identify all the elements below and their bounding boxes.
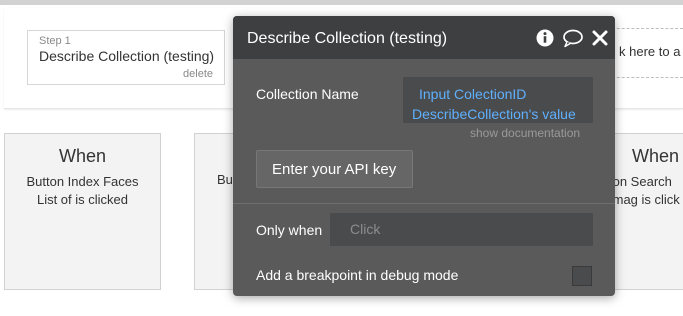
collection-name-expression[interactable]: Input ColectionID DescribeCollection's v… [403, 77, 593, 123]
only-when-label: Only when [256, 222, 323, 238]
comment-icon[interactable] [562, 28, 583, 48]
breakpoint-checkbox[interactable] [572, 266, 592, 286]
breakpoint-label: Add a breakpoint in debug mode [256, 267, 459, 283]
close-icon[interactable] [591, 28, 611, 48]
collection-name-label: Collection Name [256, 86, 359, 102]
divider [233, 203, 615, 204]
top-bar [0, 0, 683, 5]
step-number-label: Step 1 [39, 35, 71, 47]
action-property-editor: Describe Collection (testing) Collection… [233, 16, 615, 296]
step-title[interactable]: Describe Collection (testing) [39, 48, 214, 64]
api-key-button[interactable]: Enter your API key [256, 150, 413, 188]
event-description: Button Index Faces List of is clicked [5, 173, 160, 209]
event-description-line: ton Search [609, 174, 672, 189]
event-card[interactable]: When Button Index Faces List of is click… [4, 133, 161, 290]
add-action-placeholder[interactable]: k here to a [612, 28, 683, 78]
event-description-line: List of is clicked [36, 192, 129, 207]
expression-part[interactable]: Input ColectionID [419, 86, 526, 102]
event-title: When [58, 146, 107, 166]
panel-title: Describe Collection (testing) [247, 30, 448, 47]
event-description-line: Imag is click [609, 192, 680, 207]
add-action-text: k here to a [619, 44, 681, 59]
show-documentation-link[interactable]: show documentation [470, 126, 580, 140]
event-description-line: Button Index Faces [26, 174, 139, 189]
info-icon[interactable] [535, 28, 555, 48]
only-when-input[interactable]: Click [330, 213, 593, 246]
step-delete-link[interactable]: delete [183, 68, 213, 80]
step-card[interactable]: Step 1 Describe Collection (testing) del… [27, 30, 225, 85]
only-when-placeholder: Click [350, 221, 381, 237]
panel-header: Describe Collection (testing) [233, 16, 615, 59]
api-key-button-label: Enter your API key [272, 161, 397, 178]
expression-part[interactable]: DescribeCollection's value [412, 106, 576, 122]
